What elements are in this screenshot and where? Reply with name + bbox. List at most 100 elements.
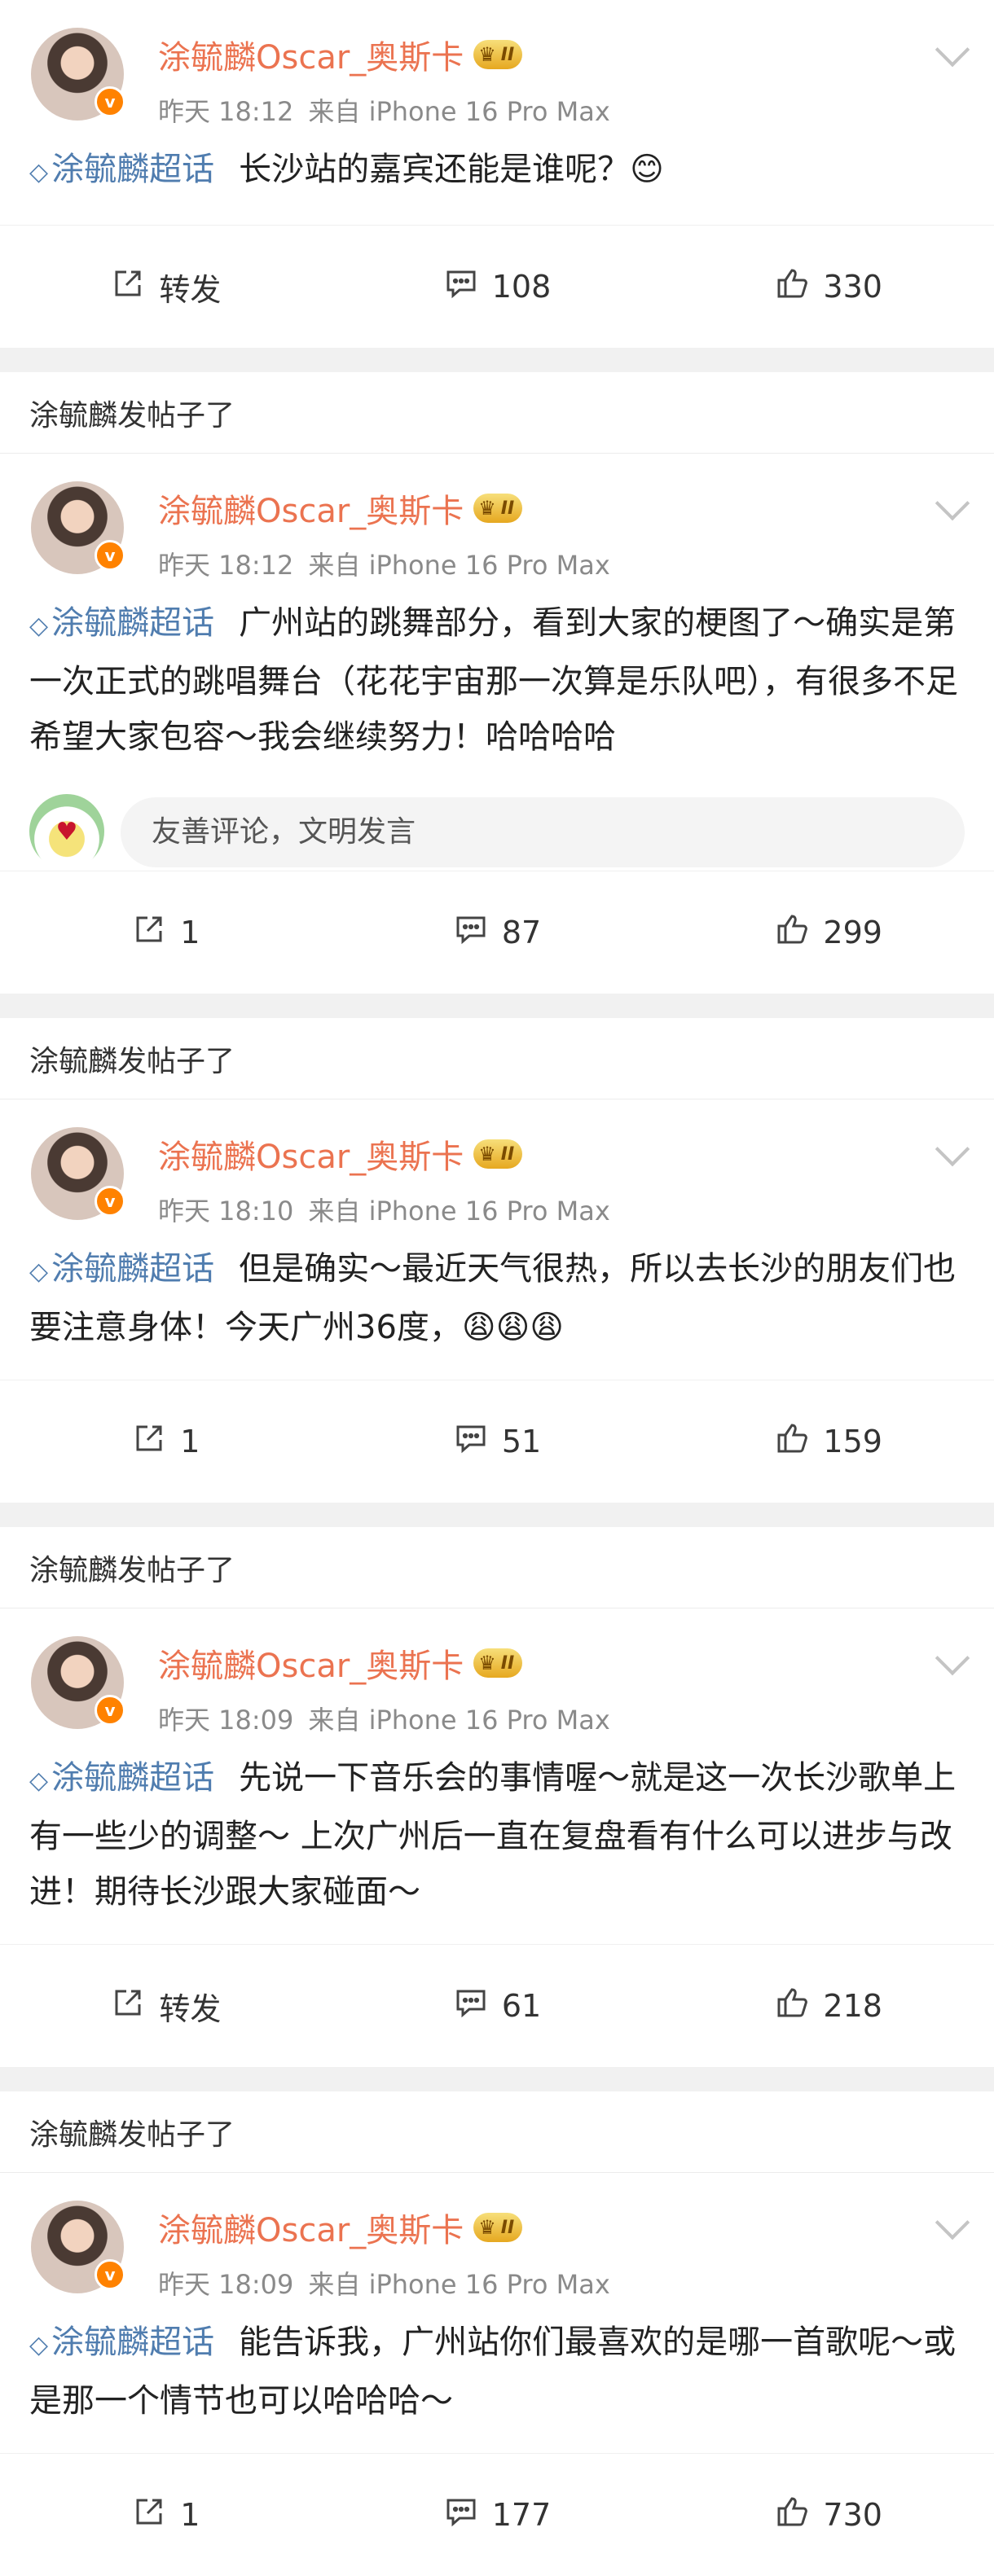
like-icon bbox=[774, 1985, 810, 2028]
author-name-text[interactable]: 涂毓麟Oscar_奥斯卡 bbox=[158, 1130, 464, 1178]
comment-input[interactable]: 友善评论，文明发言 bbox=[121, 797, 965, 867]
section-gap bbox=[0, 2067, 994, 2091]
topic-label[interactable]: 涂毓麟超话 bbox=[51, 151, 214, 188]
member-level-badge[interactable]: ♛ II bbox=[473, 1139, 523, 1169]
comment-button[interactable]: 108 bbox=[332, 265, 663, 309]
like-button[interactable]: 218 bbox=[662, 1985, 994, 2028]
chevron-down-icon[interactable] bbox=[935, 1640, 970, 1676]
section-header: 涂毓麟发帖子了 bbox=[0, 1018, 994, 1099]
repost-count: 转发 bbox=[159, 271, 222, 308]
topic-link[interactable]: ◇ 涂毓麟超话 bbox=[29, 2324, 214, 2361]
repost-button[interactable]: 1 bbox=[0, 2494, 332, 2537]
repost-button[interactable]: 1 bbox=[0, 911, 332, 954]
avatar[interactable]: v bbox=[31, 2201, 125, 2293]
author-name[interactable]: 涂毓麟Oscar_奥斯卡 ♛ II bbox=[158, 2204, 523, 2251]
repost-button[interactable]: 转发 bbox=[0, 265, 332, 309]
section-gap bbox=[0, 1503, 994, 1527]
member-level-text: II bbox=[500, 1652, 515, 1674]
repost-count: 转发 bbox=[159, 1990, 222, 2027]
topic-link[interactable]: ◇ 涂毓麟超话 bbox=[29, 151, 214, 188]
like-count: 330 bbox=[823, 269, 882, 305]
avatar[interactable]: v bbox=[31, 1636, 125, 1729]
crown-icon: ♛ bbox=[478, 497, 496, 520]
repost-icon bbox=[131, 1420, 167, 1464]
section-header: 涂毓麟发帖子了 bbox=[0, 2091, 994, 2173]
comment-icon bbox=[453, 1985, 489, 2028]
like-button[interactable]: 299 bbox=[662, 911, 994, 954]
section-header: 涂毓麟发帖子了 bbox=[0, 372, 994, 454]
post-header: v 涂毓麟Oscar_奥斯卡 ♛ II 昨天 18:09 来自 iPhone 16 Pro… bbox=[0, 2173, 994, 2300]
chevron-down-icon[interactable] bbox=[935, 485, 970, 521]
post-time: 昨天 18:10 bbox=[158, 1196, 294, 1227]
topic-label[interactable]: 涂毓麟超话 bbox=[51, 1250, 214, 1288]
repost-button[interactable]: 转发 bbox=[0, 1984, 332, 2029]
member-level-badge[interactable]: ♛ II bbox=[473, 1648, 523, 1678]
topic-label[interactable]: 涂毓麟超话 bbox=[51, 2324, 214, 2361]
member-level-badge[interactable]: ♛ II bbox=[473, 40, 523, 69]
comment-count: 51 bbox=[501, 1424, 542, 1459]
post-text: ◇ 涂毓麟超话 长沙站的嘉宾还能是谁呢？😊 bbox=[0, 121, 994, 200]
chevron-down-icon[interactable] bbox=[935, 2205, 970, 2240]
topic-diamond-icon: ◇ bbox=[29, 1257, 49, 1286]
avatar[interactable]: v bbox=[31, 28, 125, 121]
chevron-down-icon[interactable] bbox=[935, 1131, 970, 1167]
repost-count: 1 bbox=[180, 1424, 200, 1459]
comment-button[interactable]: 177 bbox=[332, 2494, 663, 2537]
author-name[interactable]: 涂毓麟Oscar_奥斯卡 ♛ II bbox=[158, 485, 523, 532]
chevron-down-icon[interactable] bbox=[935, 32, 970, 68]
comment-button[interactable]: 51 bbox=[332, 1420, 663, 1464]
topic-diamond-icon: ◇ bbox=[29, 158, 49, 187]
author-name-text[interactable]: 涂毓麟Oscar_奥斯卡 bbox=[158, 485, 464, 532]
crown-icon: ♛ bbox=[478, 1143, 496, 1165]
member-level-badge[interactable]: ♛ II bbox=[473, 2213, 523, 2242]
verified-badge-icon: v bbox=[95, 86, 125, 117]
repost-icon bbox=[131, 2494, 167, 2537]
post-header: v 涂毓麟Oscar_奥斯卡 ♛ II 昨天 18:09 来自 iPhone 16 Pro… bbox=[0, 1608, 994, 1736]
like-button[interactable]: 330 bbox=[662, 265, 994, 309]
repost-icon bbox=[131, 911, 167, 954]
like-icon bbox=[774, 2494, 810, 2537]
author-name-text[interactable]: 涂毓麟Oscar_奥斯卡 bbox=[158, 2204, 464, 2251]
comment-count: 87 bbox=[501, 915, 542, 950]
topic-link[interactable]: ◇ 涂毓麟超话 bbox=[29, 1759, 214, 1797]
author-name[interactable]: 涂毓麟Oscar_奥斯卡 ♛ II bbox=[158, 31, 523, 78]
avatar[interactable]: v bbox=[31, 1127, 125, 1220]
topic-label[interactable]: 涂毓麟超话 bbox=[51, 604, 214, 642]
post-source: 来自 iPhone 16 Pro Max bbox=[308, 96, 610, 127]
post-header: v 涂毓麟Oscar_奥斯卡 ♛ II 昨天 18:12 来自 iPhone 16 Pro… bbox=[0, 454, 994, 581]
topic-link[interactable]: ◇ 涂毓麟超话 bbox=[29, 604, 214, 642]
repost-button[interactable]: 1 bbox=[0, 1420, 332, 1464]
post-time: 昨天 18:09 bbox=[158, 1705, 294, 1736]
post-source: 来自 iPhone 16 Pro Max bbox=[308, 2269, 610, 2300]
author-name-text[interactable]: 涂毓麟Oscar_奥斯卡 bbox=[158, 31, 464, 78]
member-level-text: II bbox=[500, 44, 515, 65]
like-icon bbox=[774, 265, 810, 309]
like-button[interactable]: 159 bbox=[662, 1420, 994, 1464]
emoji-icon: 😩😩😩 bbox=[461, 1309, 565, 1346]
topic-label[interactable]: 涂毓麟超话 bbox=[51, 1759, 214, 1797]
emoji-icon: 😊 bbox=[630, 151, 664, 188]
like-button[interactable]: 730 bbox=[662, 2494, 994, 2537]
repost-icon bbox=[110, 265, 146, 309]
post-time: 昨天 18:12 bbox=[158, 96, 294, 127]
author-name[interactable]: 涂毓麟Oscar_奥斯卡 ♛ II bbox=[158, 1130, 523, 1178]
comment-button[interactable]: 87 bbox=[332, 911, 663, 954]
post-card: v 涂毓麟Oscar_奥斯卡 ♛ II 昨天 18:09 来自 iPhone 16 Pro… bbox=[0, 2173, 994, 2576]
like-count: 299 bbox=[823, 915, 882, 950]
author-name-text[interactable]: 涂毓麟Oscar_奥斯卡 bbox=[158, 1639, 464, 1687]
post-text: ◇ 涂毓麟超话 能告诉我，广州站你们最喜欢的是哪一首歌呢～或是那一个情节也可以哈哈哈… bbox=[0, 2293, 994, 2429]
topic-link[interactable]: ◇ 涂毓麟超话 bbox=[29, 1250, 214, 1288]
crown-icon: ♛ bbox=[478, 2216, 496, 2239]
like-count: 159 bbox=[823, 1424, 882, 1459]
action-bar: 1 87 299 bbox=[0, 871, 994, 994]
action-bar: 转发 108 330 bbox=[0, 225, 994, 348]
action-bar: 转发 61 218 bbox=[0, 1944, 994, 2067]
avatar[interactable]: v bbox=[31, 481, 125, 574]
verified-badge-icon: v bbox=[95, 540, 125, 571]
post-content: 长沙站的嘉宾还能是谁呢？ bbox=[239, 151, 631, 188]
repost-count: 1 bbox=[180, 915, 200, 950]
author-name[interactable]: 涂毓麟Oscar_奥斯卡 ♛ II bbox=[158, 1639, 523, 1687]
comment-button[interactable]: 61 bbox=[332, 1985, 663, 2028]
member-level-badge[interactable]: ♛ II bbox=[473, 494, 523, 523]
post-meta: 昨天 18:09 来自 iPhone 16 Pro Max bbox=[158, 2264, 610, 2302]
